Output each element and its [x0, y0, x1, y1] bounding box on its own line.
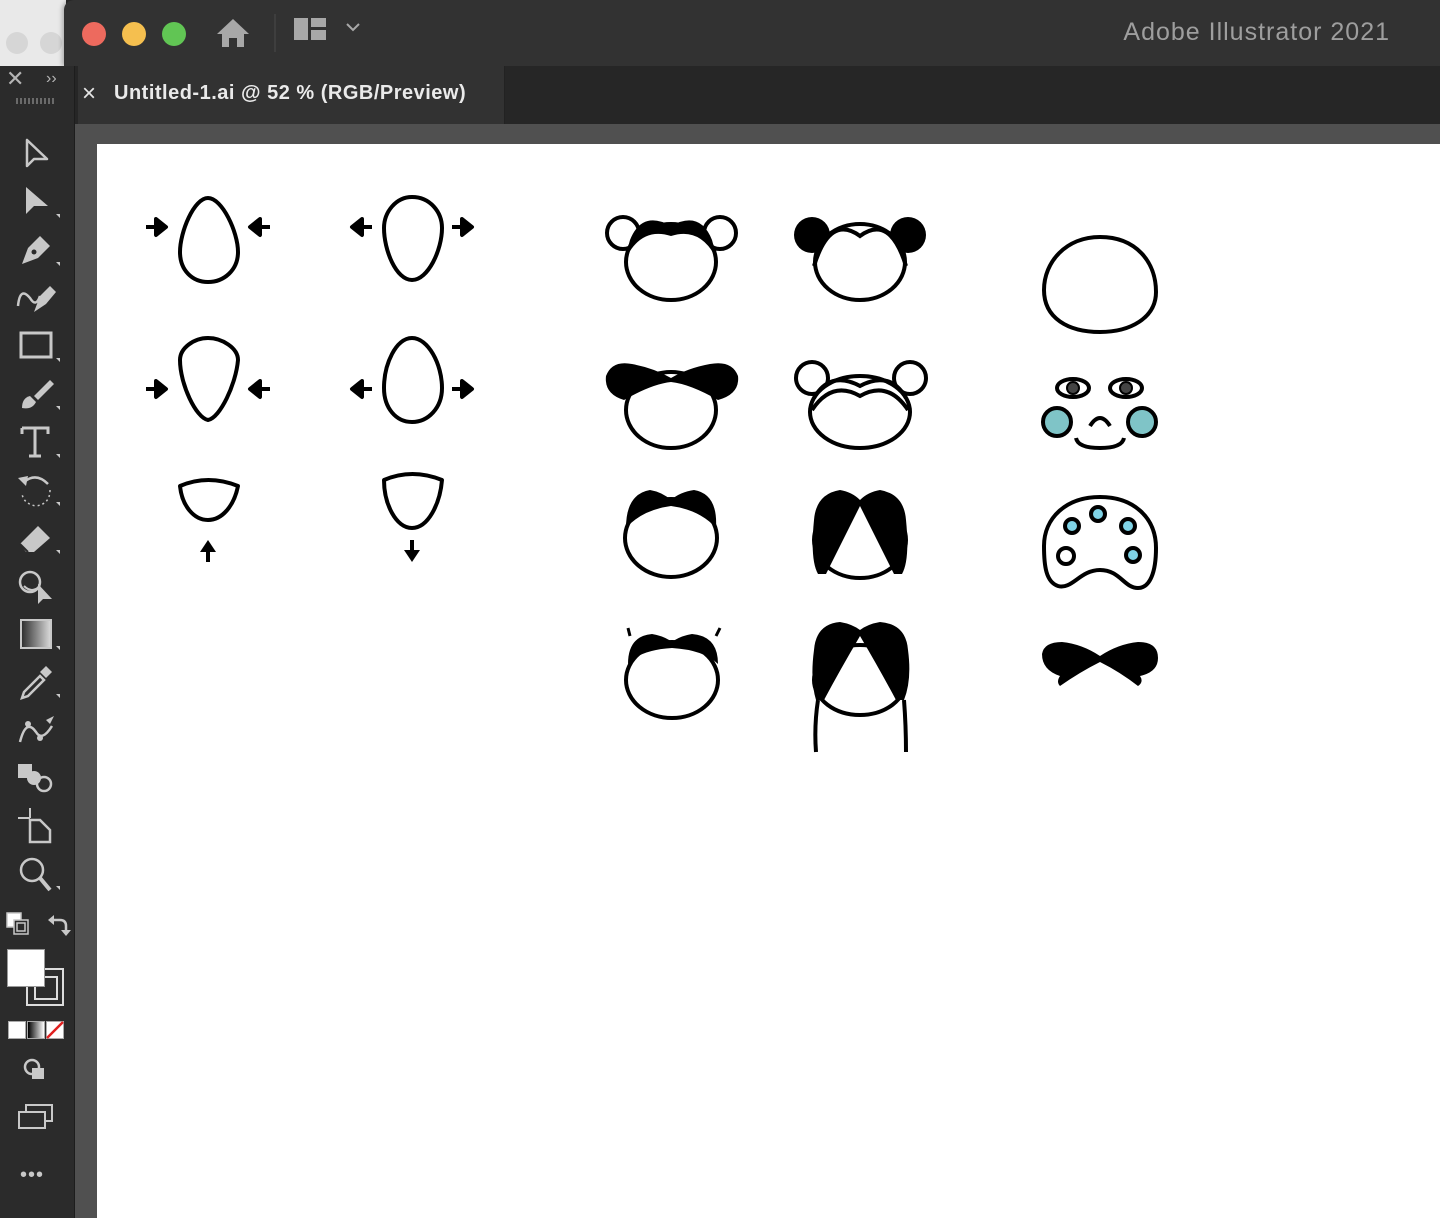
tools-panel: ✕ ›› ••• [0, 66, 75, 1218]
curvature-icon [16, 286, 56, 312]
hairstyle-bun-solid[interactable] [794, 217, 926, 302]
small-arrow-up[interactable] [200, 540, 216, 562]
screen-mode-icon [18, 1104, 53, 1129]
blend-tool[interactable] [10, 756, 62, 800]
rectangle-icon [19, 331, 60, 362]
document-tab-bar: × Untitled-1.ai @ 52 % (RGB/Preview) [74, 66, 1440, 124]
curvature-tool[interactable] [10, 276, 62, 320]
gradient-icon [20, 619, 60, 650]
gradient-tool[interactable] [10, 612, 62, 656]
zoom-icon [19, 857, 60, 892]
direct-selection-tool[interactable] [10, 180, 62, 224]
puppet-warp-tool[interactable] [10, 708, 62, 752]
edit-toolbar-button[interactable]: ••• [20, 1164, 44, 1187]
eyedropper-tool[interactable] [10, 660, 62, 704]
expand-panel-button[interactable]: ›› [46, 68, 57, 90]
background-window-button [40, 32, 62, 54]
puppet-warp-icon [18, 716, 54, 743]
maximize-window-button[interactable] [162, 22, 186, 46]
chevron-down-icon [346, 23, 360, 32]
rectangle-tool[interactable] [10, 324, 62, 368]
face-base[interactable] [1041, 234, 1159, 335]
close-window-button[interactable] [82, 22, 106, 46]
swap-arrows-icon [48, 915, 71, 936]
zoom-tool[interactable] [10, 852, 62, 896]
arrow-icon [25, 138, 49, 168]
shape-builder-icon [18, 570, 52, 604]
default-colors-icon [6, 912, 29, 935]
document-tab[interactable]: × Untitled-1.ai @ 52 % (RGB/Preview) [78, 66, 505, 124]
fill-color-swatch[interactable] [7, 949, 45, 987]
workspace-dropdown-button[interactable] [344, 20, 362, 34]
artboard-tool[interactable] [10, 804, 62, 848]
color-mode-button[interactable] [8, 1021, 26, 1039]
hairstyle-short[interactable] [623, 490, 719, 579]
bow-shape[interactable] [1042, 642, 1158, 686]
close-document-button[interactable]: × [82, 80, 96, 108]
background-window [0, 0, 66, 66]
workspace-switcher-button[interactable] [292, 16, 330, 44]
artboard-artwork[interactable] [97, 144, 1440, 1218]
hairstyle-bow[interactable] [605, 363, 739, 450]
eraser-tool[interactable] [10, 516, 62, 560]
default-fill-stroke-button[interactable] [4, 910, 34, 940]
pen-icon [22, 236, 60, 266]
background-window-button [6, 32, 28, 54]
panel-grip[interactable] [16, 98, 56, 104]
rotate-tool[interactable] [10, 468, 62, 512]
screen-mode-button[interactable] [16, 1102, 56, 1132]
rotate-icon [18, 476, 60, 507]
none-swatch-icon [46, 1021, 64, 1039]
hairstyle-very-long[interactable] [812, 622, 910, 753]
direct-arrow-icon [26, 187, 60, 218]
face-shape-variants[interactable] [144, 195, 474, 530]
hairstyle-pigtails[interactable] [624, 627, 722, 720]
home-button[interactable] [214, 16, 252, 50]
draw-normal-icon [23, 1058, 44, 1079]
home-icon [217, 19, 249, 47]
titlebar-separator [274, 14, 276, 52]
face-features[interactable] [1041, 377, 1158, 451]
shape-builder-tool[interactable] [10, 564, 62, 608]
pen-tool[interactable] [10, 228, 62, 272]
hairstyle-bow-outline[interactable] [794, 360, 928, 450]
hairstyle-bun-outline[interactable] [605, 215, 738, 302]
artboard-icon [18, 808, 52, 844]
app-title: Adobe Illustrator 2021 [1123, 18, 1390, 46]
palette-icon[interactable] [1041, 494, 1159, 591]
small-arrow-down[interactable] [404, 540, 420, 562]
document-tab-title: Untitled-1.ai @ 52 % (RGB/Preview) [114, 82, 467, 104]
swap-fill-stroke-button[interactable] [44, 912, 72, 940]
gradient-mode-button[interactable] [27, 1021, 45, 1039]
close-panel-button[interactable]: ✕ [6, 66, 24, 92]
type-tool[interactable] [10, 420, 62, 464]
eyedropper-icon [20, 666, 60, 700]
selection-tool[interactable] [10, 132, 62, 176]
hairstyle-long[interactable] [812, 490, 908, 580]
minimize-window-button[interactable] [122, 22, 146, 46]
eraser-icon [19, 526, 60, 554]
drawing-modes-button[interactable] [20, 1056, 52, 1084]
paintbrush-tool[interactable] [10, 372, 62, 416]
title-bar: Adobe Illustrator 2021 [64, 0, 1440, 66]
blend-icon [18, 764, 53, 793]
none-mode-button[interactable] [46, 1021, 64, 1039]
brush-icon [22, 380, 60, 410]
workspace-switcher-icon [294, 18, 326, 40]
type-icon [20, 426, 60, 458]
